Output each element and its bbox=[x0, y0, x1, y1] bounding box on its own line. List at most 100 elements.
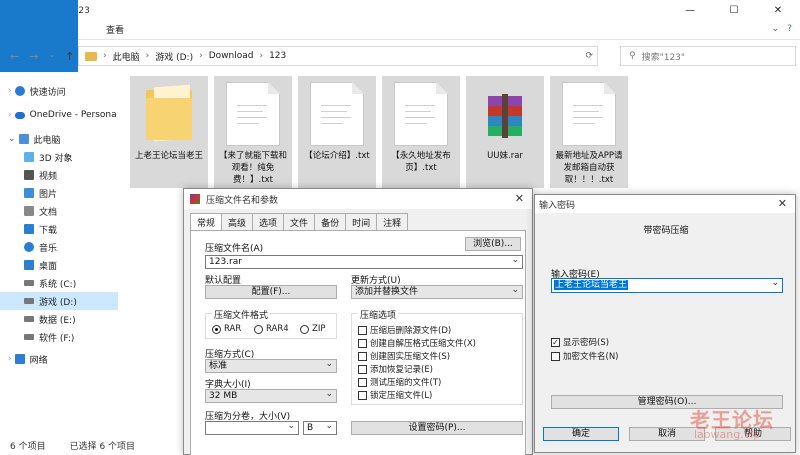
breadcrumb-123[interactable]: 123 bbox=[269, 51, 286, 61]
split-size-input[interactable] bbox=[205, 420, 299, 435]
update-mode-select[interactable]: 添加并替换文件 bbox=[351, 284, 523, 299]
star-icon bbox=[14, 86, 25, 96]
tab-files[interactable]: 文件 bbox=[283, 213, 316, 231]
up-arrow-icon[interactable]: ↑ bbox=[65, 50, 74, 63]
method-select[interactable]: 标准 bbox=[205, 358, 337, 373]
close-button[interactable]: ✕ bbox=[756, 0, 800, 22]
close-icon[interactable]: ✕ bbox=[778, 197, 787, 210]
file-name: UU妹.rar bbox=[487, 151, 523, 161]
tab-options[interactable]: 选项 bbox=[252, 213, 285, 231]
search-box[interactable]: ⚲ 搜索"123" bbox=[620, 46, 796, 66]
encrypt-filenames-checkbox[interactable]: 加密文件名(N) bbox=[551, 350, 619, 362]
password-dialog-title-bar: 输入密码 ✕ bbox=[535, 195, 795, 213]
search-icon: ⚲ bbox=[629, 51, 636, 61]
test-files-checkbox[interactable]: 测试压缩的文件(T) bbox=[358, 376, 441, 388]
file-item-txt[interactable]: 【永久地址发布页】.txt bbox=[382, 76, 460, 188]
solid-checkbox[interactable]: 创建固实压缩文件(S) bbox=[358, 350, 450, 362]
general-panel: 压缩文件名(A) 浏览(B)... 123.rar 默认配置 配置(F)... … bbox=[190, 230, 526, 455]
password-heading: 带密码压缩 bbox=[643, 226, 689, 236]
recovery-record-checkbox[interactable]: 添加恢复记录(E) bbox=[358, 363, 433, 375]
help-icon[interactable]: ? bbox=[787, 24, 792, 34]
file-name: 【来了就能下载和观看！纯免费！】.txt bbox=[218, 151, 287, 185]
folder-icon bbox=[85, 51, 97, 61]
file-item-folder[interactable]: 上老王论坛当老王 bbox=[130, 76, 208, 188]
sfx-checkbox[interactable]: 创建自解压格式压缩文件(X) bbox=[358, 337, 476, 349]
split-unit-select[interactable]: B bbox=[303, 420, 337, 435]
breadcrumb-drive-d[interactable]: 游戏 (D:) bbox=[155, 50, 193, 63]
archive-name-input[interactable]: 123.rar bbox=[205, 254, 523, 269]
winrar-archive-icon bbox=[478, 82, 532, 146]
breadcrumb-this-pc[interactable]: 此电脑 bbox=[113, 50, 140, 63]
close-icon[interactable]: ✕ bbox=[515, 192, 524, 205]
password-input[interactable]: 上老王论坛当老王 bbox=[551, 277, 783, 293]
navigation-pane: › 快速访问 › OneDrive - Persona ⌄ 此电脑 3D 对象 视频 … bbox=[0, 72, 118, 432]
drive-icon bbox=[24, 334, 34, 340]
ribbon-tabs: 文件 主页 共享 查看 ⌄ ? bbox=[0, 0, 800, 87]
refresh-icon[interactable]: ⟳ bbox=[585, 51, 593, 61]
tab-view[interactable]: 查看 bbox=[92, 22, 138, 40]
tab-time[interactable]: 时间 bbox=[345, 213, 378, 231]
format-rar4-radio[interactable]: RAR4 bbox=[254, 324, 289, 334]
document-icon bbox=[24, 206, 34, 216]
computer-icon bbox=[18, 134, 29, 144]
format-zip-radio[interactable]: ZIP bbox=[300, 324, 325, 334]
watermark-url: laowang.vip bbox=[694, 428, 761, 441]
dialog-title: 压缩文件名和参数 bbox=[206, 195, 279, 206]
file-name: 上老王论坛当老王 bbox=[134, 151, 203, 161]
maximize-button[interactable]: ☐ bbox=[712, 0, 756, 22]
text-file-icon bbox=[562, 82, 616, 146]
format-group: 压缩文件格式 RAR RAR4 ZIP bbox=[205, 308, 337, 339]
minimize-button[interactable]: — bbox=[668, 0, 712, 22]
address-toolbar: ← → ⌄ ↑ › 此电脑 › 游戏 (D:) › Download › 123… bbox=[0, 42, 800, 70]
browse-button[interactable]: 浏览(B)... bbox=[465, 237, 521, 251]
password-dialog-title: 输入密码 bbox=[539, 200, 576, 211]
address-bar[interactable]: › 此电脑 › 游戏 (D:) › Download › 123 ⟳ bbox=[78, 46, 598, 66]
format-group-label: 压缩文件格式 bbox=[212, 308, 271, 321]
text-file-icon bbox=[310, 82, 364, 146]
dictionary-select[interactable]: 32 MB bbox=[205, 388, 337, 403]
file-item-rar[interactable]: UU妹.rar bbox=[466, 76, 544, 188]
cube-icon bbox=[24, 152, 34, 162]
drive-icon bbox=[24, 280, 34, 286]
format-rar-radio[interactable]: RAR bbox=[212, 324, 241, 334]
download-icon bbox=[24, 224, 34, 234]
tab-general[interactable]: 常规 bbox=[190, 213, 223, 231]
show-password-checkbox[interactable]: ✓ 显示密码(S) bbox=[551, 336, 609, 348]
file-item-txt[interactable]: 【论坛介绍】.txt bbox=[298, 76, 376, 188]
desktop-icon bbox=[24, 260, 34, 270]
profiles-button[interactable]: 配置(F)... bbox=[205, 285, 337, 299]
password-value: 上老王论坛当老王 bbox=[554, 280, 629, 290]
nav-drive-d[interactable]: 游戏 (D:) bbox=[0, 292, 118, 310]
set-password-button[interactable]: 设置密码(P)... bbox=[351, 421, 523, 435]
drive-icon bbox=[24, 298, 34, 304]
lock-archive-checkbox[interactable]: 锁定压缩文件(L) bbox=[358, 389, 432, 401]
breadcrumb-download[interactable]: Download bbox=[209, 51, 254, 61]
tab-backup[interactable]: 备份 bbox=[314, 213, 347, 231]
winrar-icon bbox=[190, 194, 200, 204]
file-name: 【永久地址发布页】.txt bbox=[391, 151, 451, 173]
expand-ribbon-icon[interactable]: ⌄ bbox=[772, 24, 780, 34]
back-arrow-icon[interactable]: ← bbox=[10, 50, 19, 63]
dialog-tabs: 常规 高级 选项 文件 备份 时间 注释 bbox=[190, 213, 409, 231]
drive-icon bbox=[24, 316, 34, 322]
options-group-label: 压缩选项 bbox=[358, 308, 399, 321]
text-file-icon bbox=[394, 82, 448, 146]
nav-quick-access[interactable]: › 快速访问 bbox=[8, 82, 126, 100]
file-name: 最新地址及APP请发邮箱自动获取！！！.txt bbox=[555, 151, 623, 185]
recent-chevron-icon[interactable]: ⌄ bbox=[48, 50, 55, 63]
options-group: 压缩选项 压缩后删除源文件(D) 创建自解压格式压缩文件(X) 创建固实压缩文件… bbox=[351, 308, 523, 405]
network-icon bbox=[14, 354, 25, 364]
nav-this-pc[interactable]: ⌄ 此电脑 bbox=[8, 130, 126, 148]
nav-network[interactable]: › 网络 bbox=[8, 350, 126, 368]
delete-after-checkbox[interactable]: 压缩后删除源文件(D) bbox=[358, 324, 451, 336]
video-icon bbox=[24, 170, 34, 180]
tab-comment[interactable]: 注释 bbox=[376, 213, 409, 231]
file-item-txt[interactable]: 最新地址及APP请发邮箱自动获取！！！.txt bbox=[550, 76, 628, 188]
archive-name-label: 压缩文件名(A) bbox=[205, 244, 264, 254]
title-bar: ☑ ▾ | 123 — ☐ ✕ bbox=[0, 0, 800, 22]
tab-advanced[interactable]: 高级 bbox=[221, 213, 254, 231]
file-item-txt[interactable]: 【来了就能下载和观看！纯免费！】.txt bbox=[214, 76, 292, 188]
ok-button[interactable]: 确定 bbox=[543, 427, 619, 441]
nav-onedrive[interactable]: › OneDrive - Persona bbox=[8, 106, 126, 124]
forward-arrow-icon[interactable]: → bbox=[29, 50, 38, 63]
